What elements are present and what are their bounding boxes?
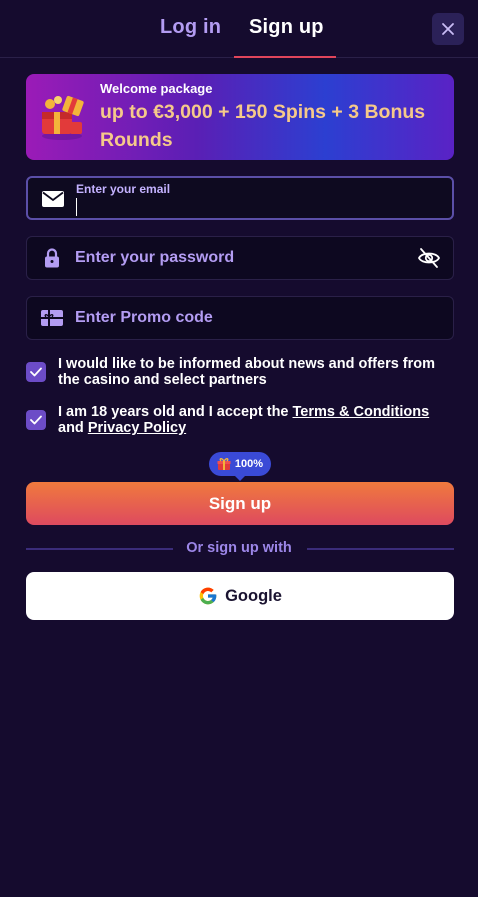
terms-link[interactable]: Terms & Conditions — [293, 404, 430, 420]
divider-line-right — [307, 548, 454, 550]
tab-signup[interactable]: Sign up — [249, 16, 324, 39]
news-consent-text: I would like to be informed about news a… — [58, 356, 436, 388]
gift-box-icon — [42, 95, 84, 140]
age-terms-checkbox[interactable] — [26, 410, 46, 430]
age-terms-prefix: I am 18 years old and I accept the — [58, 404, 293, 420]
close-icon — [442, 23, 454, 35]
privacy-policy-link[interactable]: Privacy Policy — [88, 420, 186, 436]
promo-code-field[interactable]: Enter Promo code — [26, 296, 454, 340]
bonus-percent-badge: 100% — [209, 452, 271, 476]
gift-icon — [217, 458, 231, 470]
signup-button[interactable]: Sign up — [26, 482, 454, 525]
lock-icon — [41, 248, 63, 268]
badge-pointer — [234, 475, 246, 481]
checkmark-icon — [30, 415, 42, 425]
google-button-label: Google — [225, 586, 282, 605]
auth-tabs-header: Log in Sign up — [0, 0, 478, 58]
badge-value: 100% — [234, 458, 264, 470]
checkmark-icon — [30, 367, 42, 377]
age-terms-and: and — [58, 420, 84, 436]
password-placeholder: Enter your password — [75, 249, 235, 266]
password-field[interactable]: Enter your password — [26, 236, 454, 280]
text-cursor — [76, 198, 77, 216]
banner-kicker: Welcome package — [100, 81, 213, 96]
mail-icon — [42, 189, 64, 209]
google-icon — [199, 587, 217, 605]
email-label: Enter your email — [76, 182, 171, 196]
welcome-package-banner[interactable]: Welcome package up to €3,000 + 150 Spins… — [26, 74, 454, 160]
tab-login[interactable]: Log in — [160, 16, 221, 39]
banner-title: up to €3,000 + 150 Spins + 3 Bonus Round… — [100, 101, 426, 151]
google-signup-button[interactable]: Google — [26, 572, 454, 620]
eye-off-icon[interactable] — [417, 247, 441, 269]
promo-code-placeholder: Enter Promo code — [75, 309, 213, 326]
news-consent-checkbox[interactable] — [26, 362, 46, 382]
active-tab-indicator — [234, 56, 336, 58]
close-button[interactable] — [432, 13, 464, 45]
age-terms-text: I am 18 years old and I accept the Terms… — [58, 404, 458, 436]
email-field[interactable]: Enter your email — [26, 176, 454, 220]
gift-card-icon — [41, 308, 63, 328]
